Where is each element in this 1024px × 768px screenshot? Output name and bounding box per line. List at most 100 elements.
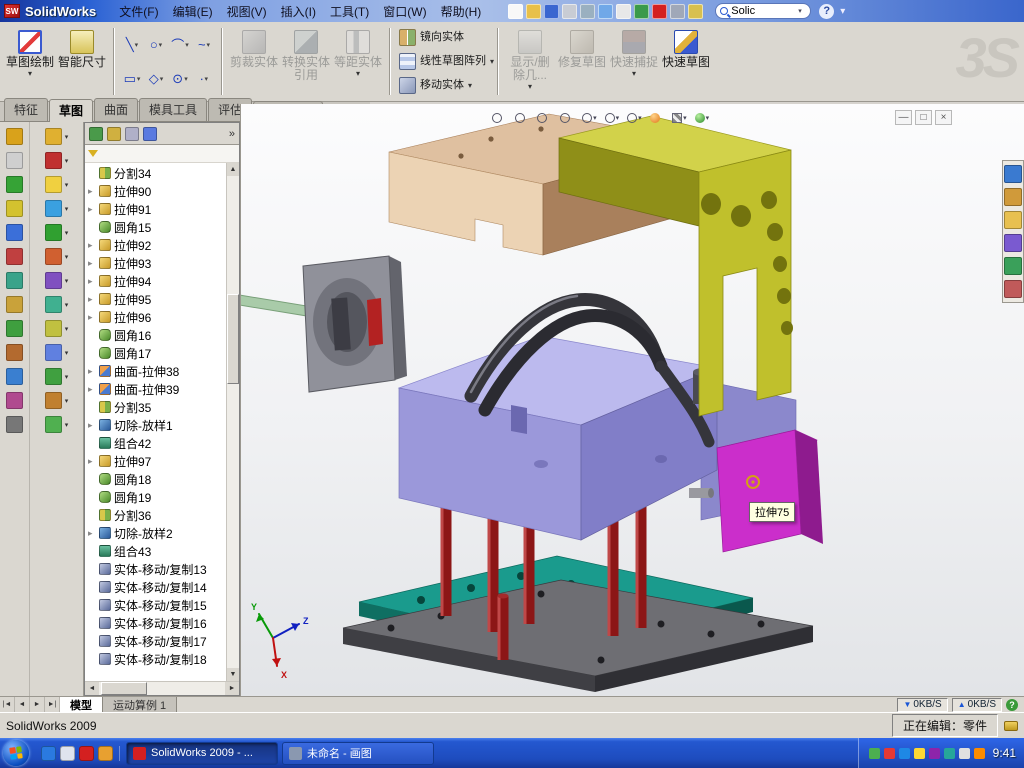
dropdown-arrow-icon[interactable]: ▾ [65,325,69,333]
view-tool-button[interactable]: ▾ [557,109,578,127]
dropdown-arrow-icon[interactable]: ▾ [706,114,710,122]
tree-item[interactable]: ▸ 拉伸95 [85,290,226,308]
tree-item[interactable]: ▸ 曲面-拉伸38 [85,362,226,380]
expand-arrow-icon[interactable]: ▸ [88,258,96,269]
left-rail-icon[interactable] [6,296,23,313]
left-rail-icon[interactable] [6,200,23,217]
tree-horizontal-scrollbar[interactable]: ◄ ► [85,681,239,695]
magenta-block[interactable] [717,430,823,552]
dropdown-arrow-icon[interactable]: ▾ [135,41,139,49]
scroll-track[interactable] [227,176,239,668]
tree-item[interactable]: ▸ 实体-移动/复制13 [85,560,226,578]
tree-item[interactable]: ▸ 拉伸91 [85,200,226,218]
toolbar-button[interactable]: 等距实体 ▾ [332,25,384,98]
tree-item[interactable]: ▸ 实体-移动/复制15 [85,596,226,614]
menu-item[interactable]: 插入(I) [274,1,323,22]
tray-icon[interactable] [944,748,955,759]
left-rail-flyout-button[interactable]: ▾ [45,248,69,265]
dropdown-arrow-icon[interactable]: ▾ [137,75,141,83]
toolbar-button[interactable]: 剪裁实体 ▾ [228,25,280,98]
dropdown-arrow-icon[interactable]: ▾ [593,114,597,122]
menu-item[interactable]: 工具(T) [323,1,376,22]
tree-filter-bar[interactable] [85,145,239,163]
task-pane-icon[interactable] [1004,211,1022,229]
quick-launch-icon[interactable] [41,746,56,761]
view-tool-button[interactable]: ▾ [534,109,555,127]
left-rail-icon[interactable] [6,368,23,385]
toolbar-button[interactable]: 移动实体 ▾ [396,75,492,96]
sketch-tool-button[interactable]: ∙ ▾ [192,62,216,96]
left-rail-flyout-button[interactable]: ▾ [45,152,69,169]
start-button[interactable] [3,740,29,766]
left-rail-icon[interactable] [6,320,23,337]
titlebar-tool-icon[interactable] [580,4,595,19]
tree-item[interactable]: ▸ 实体-移动/复制16 [85,614,226,632]
left-rail-icon[interactable] [6,248,23,265]
graphics-viewport[interactable]: Y Z X ▾ ▾ ▾ ▾ ▾ ▾ ▾ ▾ ▾ [240,104,1024,696]
left-rail-flyout-button[interactable]: ▾ [45,176,69,193]
dropdown-arrow-icon[interactable]: ▾ [638,114,642,122]
view-tool-button[interactable]: ▾ [512,109,533,127]
tree-item[interactable]: ▸ 拉伸96 [85,308,226,326]
toolbar-overflow-chevron-icon[interactable]: ▾ [836,6,849,17]
toolbar-button[interactable]: 线性草图阵列 ▾ [396,51,492,72]
view-tool-button[interactable]: ▾ [602,109,623,127]
left-rail-flyout-button[interactable]: ▾ [45,200,69,217]
panel-tab-icon[interactable] [143,127,157,141]
tree-item[interactable]: ▸ 圆角15 [85,218,226,236]
quick-launch-icon[interactable] [79,746,94,761]
toolbar-button[interactable]: 草图绘制 ▾ [4,25,56,98]
dropdown-arrow-icon[interactable]: ▾ [683,114,687,122]
next-tab-icon[interactable]: ► [30,697,45,712]
left-rail-flyout-button[interactable]: ▾ [45,344,69,361]
quick-launch-icon[interactable] [60,746,75,761]
toolbar-button[interactable]: 转换实体引用 ▾ [280,25,332,98]
scroll-track[interactable] [99,682,225,695]
dropdown-arrow-icon[interactable]: ▾ [65,205,69,213]
tree-item[interactable]: ▸ 圆角16 [85,326,226,344]
tree-item[interactable]: ▸ 圆角18 [85,470,226,488]
view-tool-button[interactable]: ▾ [489,109,510,127]
dropdown-arrow-icon[interactable]: ▾ [468,83,472,89]
dropdown-arrow-icon[interactable]: ▾ [65,349,69,357]
titlebar-tool-icon[interactable] [670,4,685,19]
sketch-tool-button[interactable]: ○ ▾ [144,28,168,62]
expand-arrow-icon[interactable]: ▸ [88,312,96,323]
left-rail-flyout-button[interactable]: ▾ [45,272,69,289]
help-badge-icon[interactable]: ? [1006,699,1018,711]
prev-tab-icon[interactable]: ◄ [15,697,30,712]
titlebar-tool-icon[interactable] [616,4,631,19]
tree-item[interactable]: ▸ 曲面-拉伸39 [85,380,226,398]
dropdown-arrow-icon[interactable]: ▾ [65,229,69,237]
left-rail-icon[interactable] [6,344,23,361]
tree-vertical-scrollbar[interactable]: ▲ ▼ [226,163,239,681]
sketch-tool-button[interactable]: ╲ ▾ [120,28,144,62]
toolbar-button[interactable]: 显示/删除几... ▾ [504,25,556,98]
sketch-tool-button[interactable]: ⊙ ▾ [168,62,192,96]
expand-arrow-icon[interactable]: ▸ [88,294,96,305]
dropdown-arrow-icon[interactable]: ▾ [28,71,32,77]
quick-launch-icon[interactable] [98,746,113,761]
toolbar-button[interactable]: 快速草图 ▾ [660,25,712,98]
left-rail-flyout-button[interactable]: ▾ [45,224,69,241]
left-rail-icon[interactable] [6,416,23,433]
expand-arrow-icon[interactable]: ▸ [88,240,96,251]
menu-item[interactable]: 帮助(H) [434,1,489,22]
panel-tab-icon[interactable] [89,127,103,141]
titlebar-tool-icon[interactable] [544,4,559,19]
left-rail-icon[interactable] [6,152,23,169]
expand-arrow-icon[interactable]: ▸ [88,456,96,467]
scroll-thumb[interactable] [227,294,239,384]
dropdown-arrow-icon[interactable]: ▾ [65,277,69,285]
left-rail-flyout-button[interactable]: ▾ [45,416,69,433]
expand-arrow-icon[interactable]: ▸ [88,204,96,215]
expand-arrow-icon[interactable]: ▸ [88,366,96,377]
toolbar-button[interactable]: 镜向实体 ▾ [396,27,492,48]
left-rail-icon[interactable] [6,272,23,289]
tree-item[interactable]: ▸ 圆角19 [85,488,226,506]
left-rail-flyout-button[interactable]: ▾ [45,392,69,409]
dropdown-arrow-icon[interactable]: ▾ [160,75,164,83]
minimize-icon[interactable]: — [895,110,912,125]
task-pane-icon[interactable] [1004,257,1022,275]
tree-item[interactable]: ▸ 拉伸94 [85,272,226,290]
